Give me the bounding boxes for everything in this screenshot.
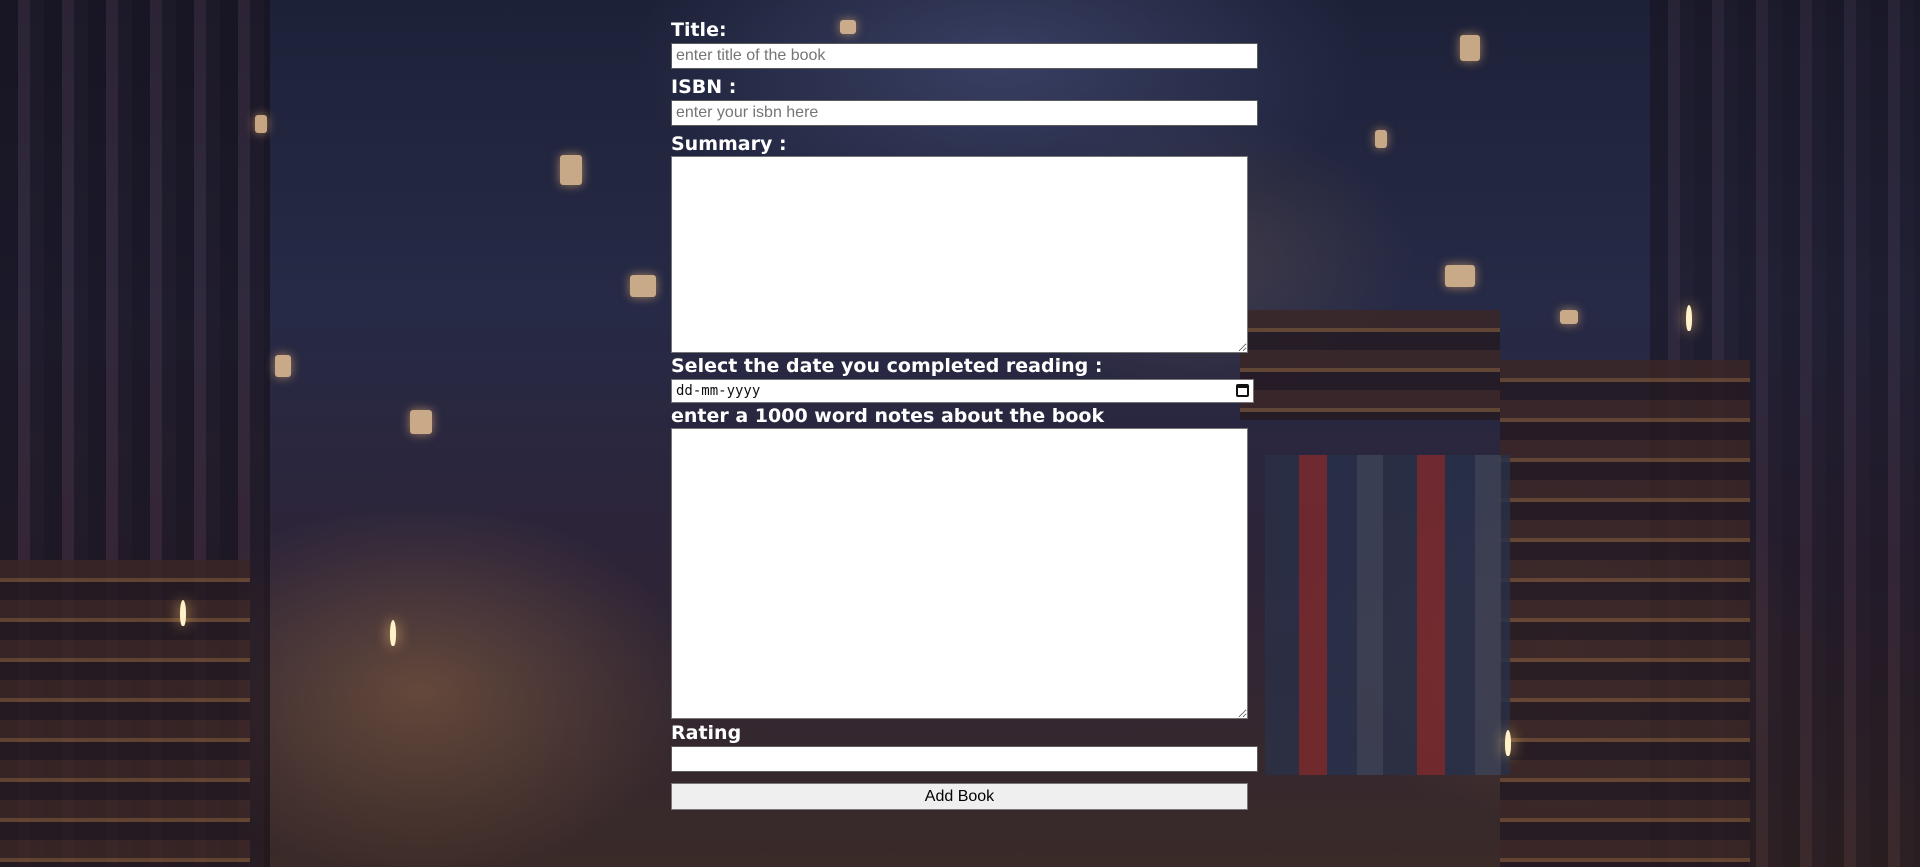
book-stack-middle-decoration: [1240, 310, 1500, 420]
glow-particle: [410, 410, 432, 434]
title-label: Title:: [671, 19, 727, 41]
isbn-input[interactable]: [671, 100, 1258, 126]
glow-particle: [1375, 130, 1387, 148]
calendar-icon[interactable]: [1236, 384, 1249, 397]
rating-input[interactable]: [671, 746, 1258, 772]
add-book-form: Title: ISBN : Summary : Select the date …: [671, 18, 1258, 810]
title-input[interactable]: [671, 43, 1258, 69]
glow-particle: [1445, 265, 1475, 287]
book-stack-left-decoration: [0, 560, 250, 867]
summary-label: Summary :: [671, 133, 787, 155]
glow-particle: [1460, 35, 1480, 61]
candle-flame: [180, 600, 186, 626]
book-stack-right-decoration: [1500, 360, 1750, 867]
book-spines-decoration: [1265, 455, 1510, 775]
notes-label: enter a 1000 word notes about the book: [671, 405, 1105, 427]
rating-label: Rating: [671, 722, 742, 744]
candle-flame: [1686, 305, 1692, 331]
glow-particle: [560, 155, 582, 185]
glow-particle: [255, 115, 267, 133]
date-label: Select the date you completed reading :: [671, 355, 1103, 377]
candle-flame: [1505, 730, 1511, 756]
glow-particle: [275, 355, 291, 377]
add-book-button[interactable]: Add Book: [671, 783, 1248, 810]
candle-flame: [390, 620, 396, 646]
glow-particle: [630, 275, 656, 297]
notes-textarea[interactable]: [671, 428, 1248, 719]
isbn-label: ISBN :: [671, 76, 737, 98]
glow-particle: [1560, 310, 1578, 324]
completion-date-input[interactable]: dd-mm-yyyy: [671, 379, 1254, 403]
summary-textarea[interactable]: [671, 156, 1248, 353]
date-format-text: dd-mm-yyyy: [676, 383, 761, 399]
